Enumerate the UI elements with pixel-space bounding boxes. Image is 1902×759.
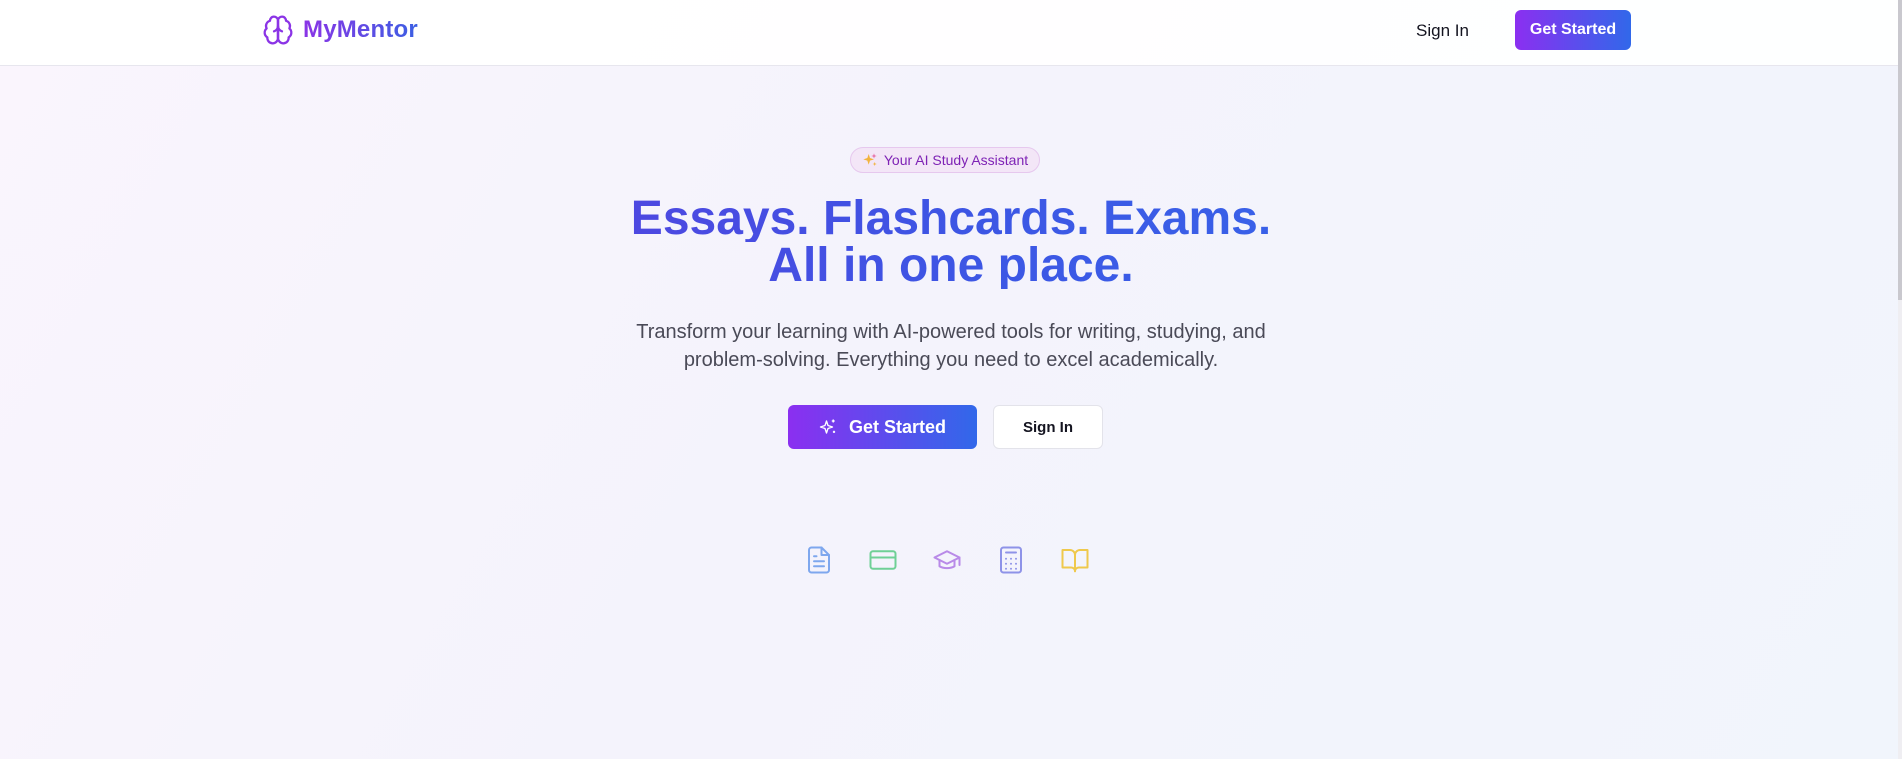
feature-icons-row xyxy=(804,545,1090,575)
document-icon xyxy=(808,546,830,574)
hero-sign-in-button[interactable]: Sign In xyxy=(993,405,1103,449)
brand-name: MyMentor xyxy=(303,16,418,43)
top-navbar: MyMentor Sign In Get Started xyxy=(0,0,1898,66)
badge-label: Your AI Study Assistant xyxy=(883,152,1029,168)
hero-subtitle: Transform your learning with AI-powered … xyxy=(551,318,1351,374)
sparkles-icon xyxy=(863,153,877,166)
hero-title-line-1: Essays. Flashcards. Exams. xyxy=(451,195,1451,243)
hero-get-started-label: Get Started xyxy=(848,416,947,437)
sparkles-icon xyxy=(819,419,836,434)
landing-page: MyMentor Sign In Get Started Your AI Stu… xyxy=(0,0,1902,759)
hero-subtitle-line-2: problem-solving. Everything you need to … xyxy=(683,349,1219,371)
hero-title: Essays. Flashcards. Exams. All in one pl… xyxy=(451,195,1451,290)
brain-icon xyxy=(263,15,293,45)
hero-get-started-button[interactable]: Get Started xyxy=(788,405,977,449)
calculator-icon xyxy=(1000,546,1022,574)
graduation-cap-icon xyxy=(933,550,961,570)
scrollbar-thumb[interactable] xyxy=(1898,0,1902,300)
nav-sign-in-link[interactable]: Sign In xyxy=(1416,17,1469,45)
credit-card-icon xyxy=(869,550,897,570)
ai-assistant-badge: Your AI Study Assistant xyxy=(850,147,1040,173)
nav-get-started-button[interactable]: Get Started xyxy=(1515,10,1631,50)
brand-logo-link[interactable]: MyMentor xyxy=(262,14,418,46)
hero-subtitle-line-1: Transform your learning with AI-powered … xyxy=(636,321,1266,343)
hero-title-line-2: All in one place. xyxy=(451,242,1451,290)
book-open-icon xyxy=(1061,549,1089,573)
page-scrollbar[interactable] xyxy=(1898,0,1902,759)
